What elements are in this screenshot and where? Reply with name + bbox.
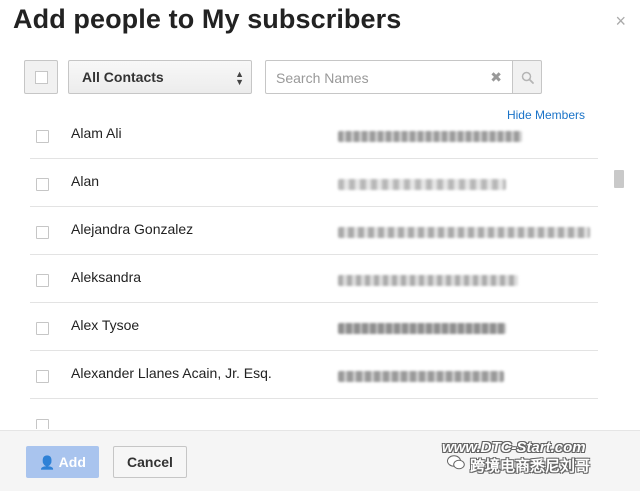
contact-name: Alex Tysoe	[71, 317, 140, 333]
contact-row[interactable]: Alejandra Gonzalez	[30, 207, 598, 255]
cancel-button[interactable]: Cancel	[113, 446, 187, 478]
contact-checkbox[interactable]	[36, 370, 49, 383]
contact-row[interactable]	[30, 399, 598, 429]
dropdown-selected-label: All Contacts	[82, 69, 164, 85]
contact-row[interactable]: Alam Ali	[30, 111, 598, 159]
contact-row[interactable]: Alexander Llanes Acain, Jr. Esq.	[30, 351, 598, 399]
contact-row[interactable]: Alex Tysoe	[30, 303, 598, 351]
add-button-label: Add	[58, 454, 86, 470]
contact-email-redacted	[338, 179, 506, 190]
contact-checkbox[interactable]	[36, 226, 49, 239]
contact-checkbox[interactable]	[36, 419, 49, 429]
add-button[interactable]: 👤 Add	[26, 446, 99, 478]
contact-name: Alam Ali	[71, 125, 122, 141]
watermark-url: www.DTC-Start.com	[442, 439, 586, 456]
contact-email-redacted	[338, 323, 506, 334]
wechat-icon	[447, 455, 465, 470]
dialog-title: Add people to My subscribers	[13, 4, 402, 34]
contacts-filter-dropdown[interactable]: All Contacts ▲ ▼	[68, 60, 252, 94]
search-input[interactable]	[274, 62, 478, 94]
toolbar: All Contacts ▲▼ ✖	[24, 60, 616, 94]
search-button[interactable]	[512, 60, 542, 94]
contact-checkbox[interactable]	[36, 130, 49, 143]
contact-row[interactable]: Aleksandra	[30, 255, 598, 303]
close-icon[interactable]: ×	[615, 12, 626, 30]
search-icon	[521, 71, 534, 84]
search-box: ✖	[265, 60, 513, 94]
select-all-checkbox[interactable]	[24, 60, 58, 94]
person-icon: 👤	[39, 455, 56, 470]
contact-name: Alejandra Gonzalez	[71, 221, 194, 237]
contact-name: Aleksandra	[71, 269, 142, 285]
contact-checkbox[interactable]	[36, 178, 49, 191]
contact-row[interactable]: Alan	[30, 159, 598, 207]
contact-email-redacted	[338, 227, 590, 238]
scrollbar-thumb[interactable]	[614, 170, 624, 188]
contact-checkbox[interactable]	[36, 322, 49, 335]
dialog-footer: 👤 Add Cancel www.DTC-Start.com 跨境电商悉尼刘哥	[0, 430, 640, 491]
checkbox-icon	[35, 71, 48, 84]
contact-list: Alam Ali Alan Alejandra Gonzalez Aleksan…	[30, 111, 598, 429]
clear-search-icon[interactable]: ✖	[490, 69, 502, 85]
contact-email-redacted	[338, 275, 518, 286]
contact-email-redacted	[338, 371, 504, 382]
contact-name: Alexander Llanes Acain, Jr. Esq.	[71, 365, 272, 381]
watermark-text: 跨境电商悉尼刘哥	[470, 458, 591, 475]
contact-name: Alan	[71, 173, 100, 189]
contact-email-redacted	[338, 131, 522, 142]
contact-checkbox[interactable]	[36, 274, 49, 287]
chevron-updown-icon: ▲ ▼	[235, 69, 244, 87]
